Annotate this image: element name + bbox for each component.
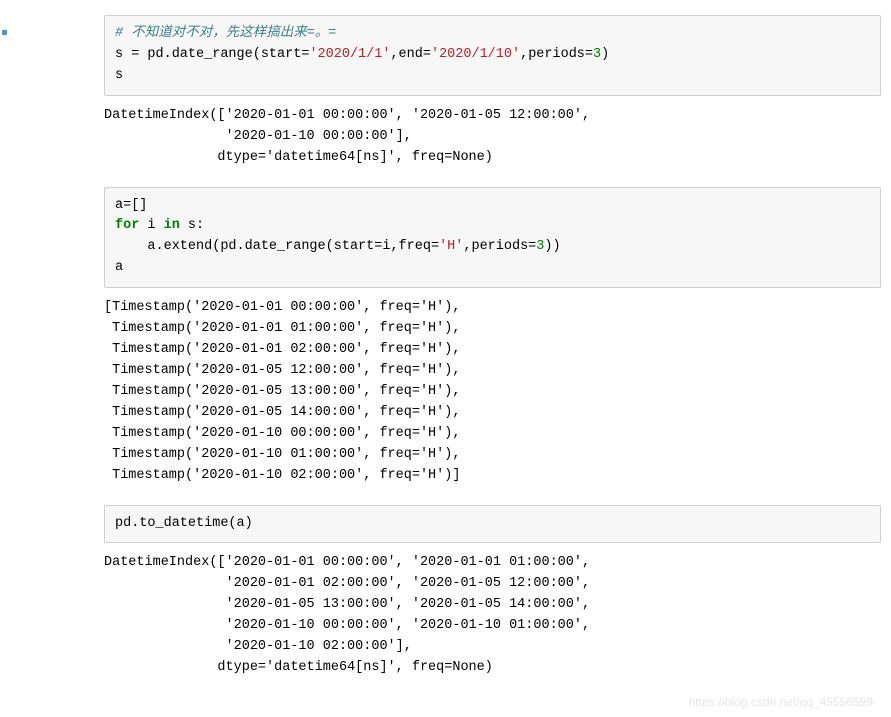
code-text: a.extend(pd.date_range(start=i,freq= [115,239,439,254]
code-cell-1: # 不知道对不对，先这样搞出来=。= s = pd.date_range(sta… [104,15,881,96]
code-comment: # 不知道对不对，先这样搞出来=。= [115,26,336,41]
prompt-indicator [2,30,7,35]
code-keyword: for [115,218,139,233]
code-number: 3 [593,47,601,62]
code-string: '2020/1/1' [309,47,390,62]
code-cell-2: a=[] for i in s: a.extend(pd.date_range(… [104,187,881,289]
output-2: [Timestamp('2020-01-01 00:00:00', freq='… [104,298,881,486]
code-cell-3: pd.to_datetime(a) [104,505,881,544]
code-text: i [139,218,163,233]
code-text: ,end= [390,47,431,62]
code-text: a=[] [115,198,147,213]
code-string: '2020/1/10' [431,47,520,62]
code-text: s = pd.date_range(start= [115,47,309,62]
code-keyword: in [164,218,180,233]
code-string: 'H' [439,239,463,254]
code-text: )) [544,239,560,254]
code-text: ) [601,47,609,62]
code-text: ,periods= [520,47,593,62]
code-text: ,periods= [463,239,536,254]
output-1: DatetimeIndex(['2020-01-01 00:00:00', '2… [104,106,881,169]
code-text: pd.to_datetime(a) [115,516,253,531]
output-3: DatetimeIndex(['2020-01-01 00:00:00', '2… [104,553,881,679]
code-text: a [115,260,123,275]
code-text: s [115,68,123,83]
code-text: s: [180,218,204,233]
